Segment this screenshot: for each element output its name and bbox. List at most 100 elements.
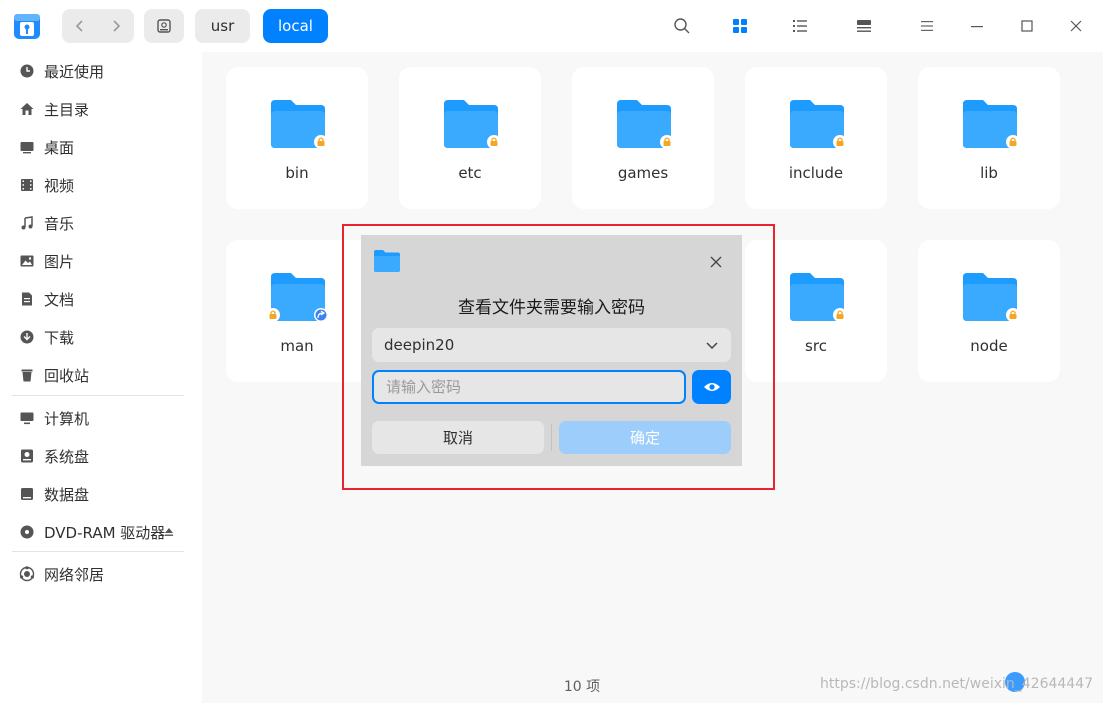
sidebar-item-computer[interactable]: 计算机 — [0, 401, 202, 435]
show-password-button[interactable] — [692, 370, 731, 404]
sidebar: 最近使用 主目录 桌面 视频 音乐 图片 文档 下载 回收站 计算机 系统盘 数… — [0, 52, 202, 703]
locked-folder-icon — [963, 273, 1020, 322]
sidebar-item-label: 主目录 — [44, 100, 90, 119]
maximize-button[interactable] — [1015, 14, 1039, 38]
search-icon — [674, 18, 690, 34]
file-name: etc — [458, 164, 482, 182]
document-icon — [22, 292, 32, 306]
system-disk-icon — [21, 449, 33, 463]
breadcrumb-root-disk[interactable] — [144, 9, 184, 43]
locked-folder-icon — [963, 100, 1020, 149]
sidebar-item-network[interactable]: 网络邻居 — [0, 557, 202, 591]
sidebar-item-label: 文档 — [44, 290, 75, 309]
sidebar-item-documents[interactable]: 文档 — [0, 282, 202, 316]
file-item-etc[interactable]: etc — [399, 67, 541, 209]
close-icon — [1070, 20, 1082, 32]
dialog-title: 查看文件夹需要输入密码 — [458, 298, 645, 318]
list-view-button[interactable] — [788, 14, 812, 38]
folder-icon — [374, 250, 400, 272]
file-name: bin — [285, 164, 309, 182]
sidebar-item-desktop[interactable]: 桌面 — [0, 130, 202, 164]
sidebar-item-label: DVD-RAM 驱动器 — [44, 523, 166, 542]
desktop-icon — [20, 142, 34, 154]
download-icon — [20, 330, 34, 344]
back-button[interactable] — [62, 9, 98, 43]
password-input[interactable] — [372, 370, 686, 404]
icon-view-button[interactable] — [728, 14, 752, 38]
file-name: node — [970, 337, 1008, 355]
cancel-button[interactable]: 取消 — [372, 421, 544, 454]
trash-icon — [21, 369, 33, 382]
sidebar-item-downloads[interactable]: 下载 — [0, 320, 202, 354]
sidebar-item-video[interactable]: 视频 — [0, 168, 202, 202]
file-item-lib[interactable]: lib — [918, 67, 1060, 209]
sidebar-item-music[interactable]: 音乐 — [0, 206, 202, 240]
file-item-bin[interactable]: bin — [226, 67, 368, 209]
sidebar-item-label: 桌面 — [44, 138, 75, 157]
sidebar-item-home[interactable]: 主目录 — [0, 92, 202, 126]
locked-folder-icon — [790, 273, 847, 322]
eye-icon — [703, 383, 720, 391]
file-item-include[interactable]: include — [745, 67, 887, 209]
confirm-button[interactable]: 确定 — [559, 421, 731, 454]
sidebar-item-recent[interactable]: 最近使用 — [0, 54, 202, 88]
music-icon — [21, 216, 33, 230]
file-name: lib — [980, 164, 998, 182]
watermark-text: https://blog.csdn.net/weixin_42644447 — [820, 676, 1094, 692]
sidebar-item-label: 网络邻居 — [44, 565, 105, 584]
navigation-buttons — [62, 9, 134, 43]
sidebar-item-dvd[interactable]: DVD-RAM 驱动器 — [0, 515, 202, 549]
sidebar-item-label: 数据盘 — [44, 485, 90, 504]
grid-view-icon — [733, 19, 747, 33]
detail-view-icon — [857, 20, 871, 32]
chevron-right-icon — [113, 20, 121, 32]
dialog-close-icon[interactable] — [707, 253, 725, 271]
eject-icon[interactable] — [163, 526, 175, 538]
breadcrumb-local[interactable]: local — [263, 9, 328, 43]
sidebar-item-label: 最近使用 — [44, 62, 105, 81]
picture-icon — [20, 255, 34, 267]
button-divider — [551, 424, 552, 451]
chevron-down-icon — [706, 342, 718, 350]
file-name: include — [788, 164, 844, 182]
chevron-left-icon — [75, 20, 83, 32]
menu-icon — [921, 21, 933, 31]
menu-button[interactable] — [915, 14, 939, 38]
sidebar-divider — [12, 395, 184, 396]
breadcrumb-usr[interactable]: usr — [195, 9, 250, 43]
file-item-node[interactable]: node — [918, 240, 1060, 382]
locked-folder-icon — [271, 100, 328, 149]
list-view-icon — [793, 20, 807, 32]
close-button[interactable] — [1064, 14, 1088, 38]
sidebar-item-data-disk[interactable]: 数据盘 — [0, 477, 202, 511]
search-button[interactable] — [670, 14, 694, 38]
locked-folder-icon — [444, 100, 501, 149]
sidebar-item-label: 视频 — [44, 176, 75, 195]
file-manager-logo-icon — [14, 14, 40, 39]
sidebar-item-label: 图片 — [44, 252, 75, 271]
sidebar-item-label: 音乐 — [44, 214, 75, 233]
title-bar: usr local — [0, 0, 1103, 52]
locked-folder-icon — [617, 100, 674, 149]
file-name: games — [617, 164, 669, 182]
data-disk-icon — [21, 488, 33, 500]
forward-button[interactable] — [98, 9, 134, 43]
detail-panel-button[interactable] — [852, 14, 876, 38]
sidebar-item-label: 系统盘 — [44, 447, 90, 466]
password-dialog: 查看文件夹需要输入密码 deepin20 取消 确定 — [361, 235, 742, 466]
sidebar-item-system-disk[interactable]: 系统盘 — [0, 439, 202, 473]
user-select[interactable]: deepin20 — [372, 328, 731, 362]
computer-icon — [20, 412, 34, 425]
minimize-button[interactable] — [965, 14, 989, 38]
status-bar-item-count: 10 项 — [563, 679, 601, 695]
file-item-games[interactable]: games — [572, 67, 714, 209]
sidebar-item-pictures[interactable]: 图片 — [0, 244, 202, 278]
dvd-icon — [20, 525, 34, 539]
user-select-value: deepin20 — [384, 336, 455, 354]
disk-icon — [157, 19, 171, 33]
sidebar-item-label: 回收站 — [44, 366, 90, 385]
clock-icon — [20, 64, 34, 78]
home-icon — [20, 103, 34, 115]
sidebar-item-trash[interactable]: 回收站 — [0, 358, 202, 392]
video-icon — [21, 179, 33, 191]
